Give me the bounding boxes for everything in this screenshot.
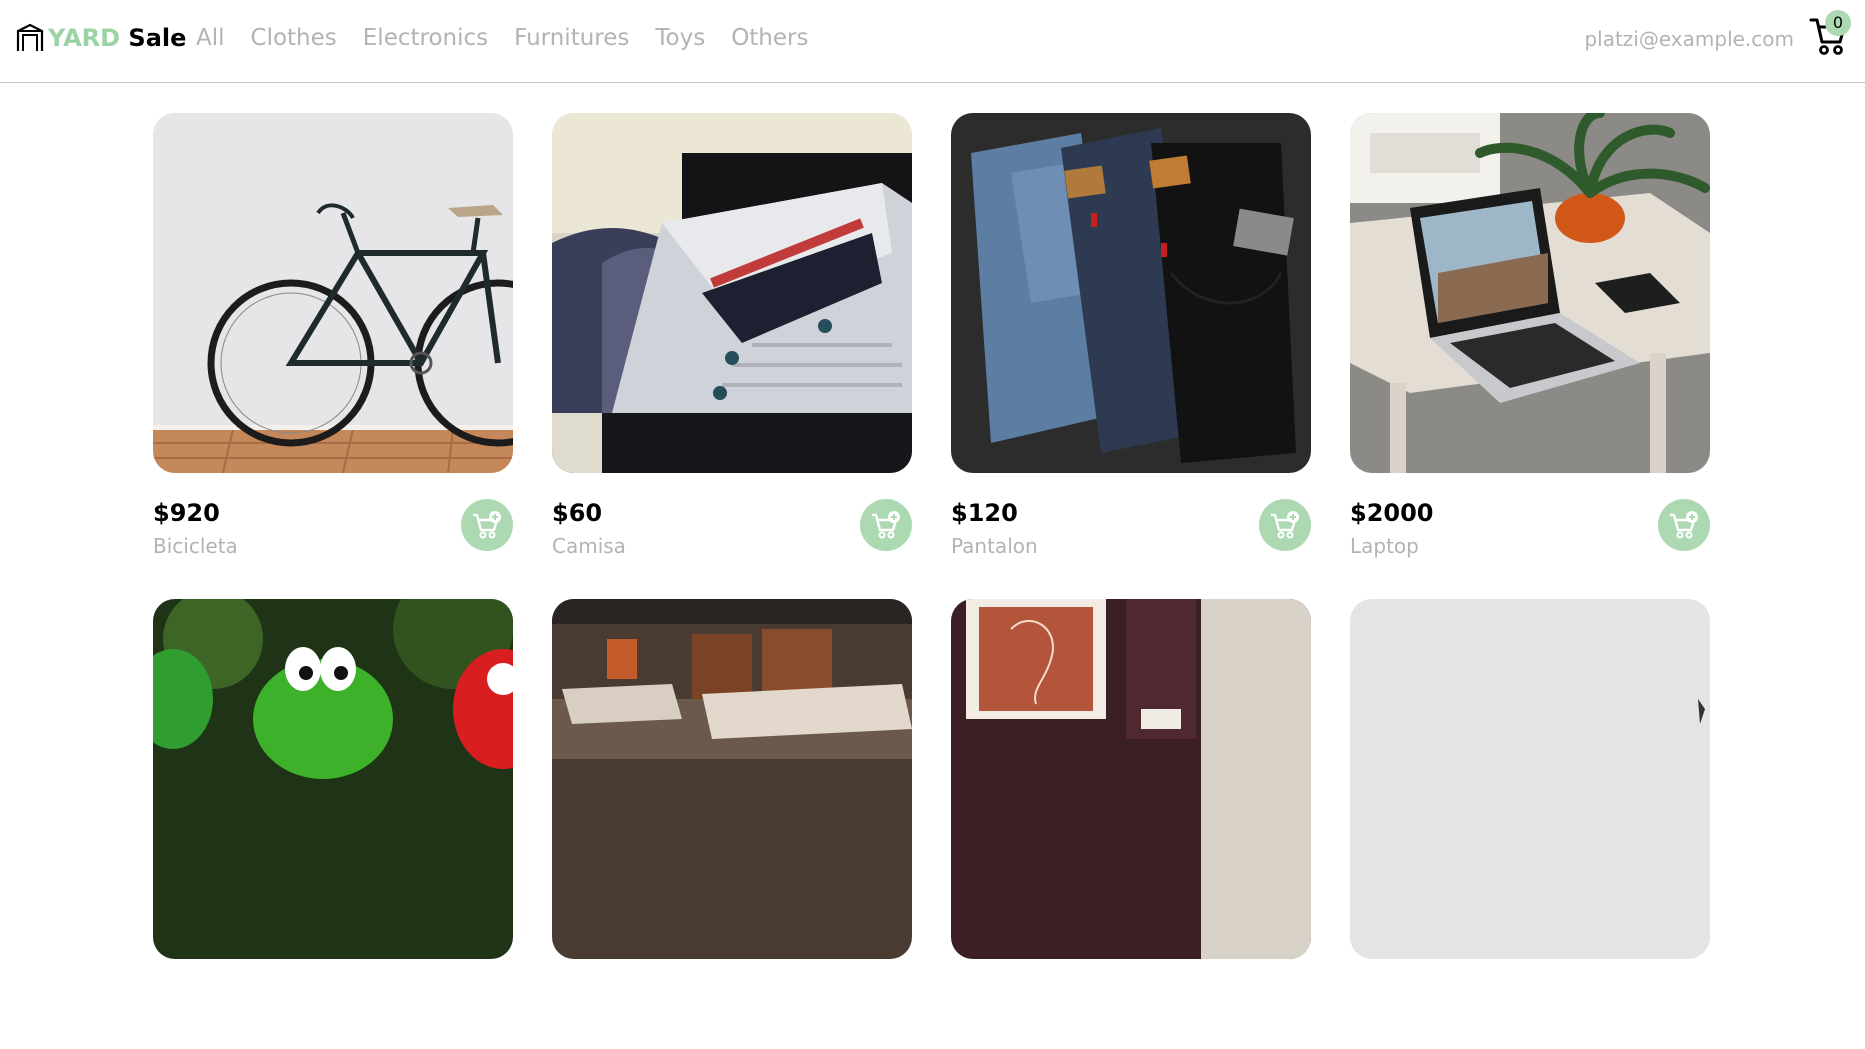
add-to-cart-button[interactable] bbox=[1259, 499, 1311, 551]
cart-button[interactable]: 0 bbox=[1807, 10, 1851, 56]
store-icon bbox=[16, 23, 44, 51]
nav-link-furnitures[interactable]: Furnitures bbox=[514, 22, 629, 54]
product-card[interactable] bbox=[1350, 599, 1710, 1049]
product-image-bicycle[interactable] bbox=[153, 113, 513, 473]
add-to-cart-button[interactable] bbox=[860, 499, 912, 551]
product-image-pants[interactable] bbox=[951, 113, 1311, 473]
product-card[interactable] bbox=[552, 599, 912, 1049]
logo-yard-text: YARD bbox=[48, 24, 121, 52]
product-image-furniture[interactable] bbox=[552, 599, 912, 959]
logo[interactable]: YARD Sale bbox=[16, 20, 186, 56]
user-email[interactable]: platzi@example.com bbox=[1584, 24, 1794, 54]
product-info: $120 Pantalon bbox=[951, 497, 1311, 567]
product-image-laptop[interactable] bbox=[1350, 113, 1710, 473]
add-to-cart-icon bbox=[872, 511, 900, 539]
product-name: Bicicleta bbox=[153, 534, 238, 558]
add-to-cart-button[interactable] bbox=[461, 499, 513, 551]
product-card[interactable] bbox=[153, 599, 513, 1049]
add-to-cart-icon bbox=[1670, 511, 1698, 539]
category-nav: All Clothes Electronics Furnitures Toys … bbox=[196, 22, 834, 54]
nav-link-toys[interactable]: Toys bbox=[655, 22, 705, 54]
product-price: $920 bbox=[153, 499, 220, 527]
nav-link-clothes[interactable]: Clothes bbox=[251, 22, 337, 54]
product-grid: $920 Bicicleta $60 Camisa $120 Pantalon … bbox=[153, 113, 1710, 1049]
product-name: Camisa bbox=[552, 534, 626, 558]
product-image-others[interactable] bbox=[1350, 599, 1710, 959]
nav-link-all[interactable]: All bbox=[196, 22, 225, 54]
product-name: Pantalon bbox=[951, 534, 1038, 558]
product-price: $120 bbox=[951, 499, 1018, 527]
product-card[interactable]: $920 Bicicleta bbox=[153, 113, 513, 563]
logo-sale-text: Sale bbox=[128, 24, 187, 52]
nav-link-electronics[interactable]: Electronics bbox=[363, 22, 488, 54]
product-info: $920 Bicicleta bbox=[153, 497, 513, 567]
product-info: $60 Camisa bbox=[552, 497, 912, 567]
nav-link-others[interactable]: Others bbox=[731, 22, 808, 54]
product-price: $60 bbox=[552, 499, 603, 527]
product-card[interactable] bbox=[951, 599, 1311, 1049]
product-image-decor[interactable] bbox=[951, 599, 1311, 959]
product-info: $2000 Laptop bbox=[1350, 497, 1710, 567]
add-to-cart-icon bbox=[473, 511, 501, 539]
cart-count-badge: 0 bbox=[1825, 10, 1851, 36]
add-to-cart-button[interactable] bbox=[1658, 499, 1710, 551]
product-card[interactable]: $2000 Laptop bbox=[1350, 113, 1710, 563]
product-name: Laptop bbox=[1350, 534, 1419, 558]
product-card[interactable]: $60 Camisa bbox=[552, 113, 912, 563]
product-price: $2000 bbox=[1350, 499, 1434, 527]
product-image-shirt[interactable] bbox=[552, 113, 912, 473]
navbar: YARD Sale All Clothes Electronics Furnit… bbox=[0, 0, 1865, 83]
product-card[interactable]: $120 Pantalon bbox=[951, 113, 1311, 563]
add-to-cart-icon bbox=[1271, 511, 1299, 539]
product-image-toys[interactable] bbox=[153, 599, 513, 959]
